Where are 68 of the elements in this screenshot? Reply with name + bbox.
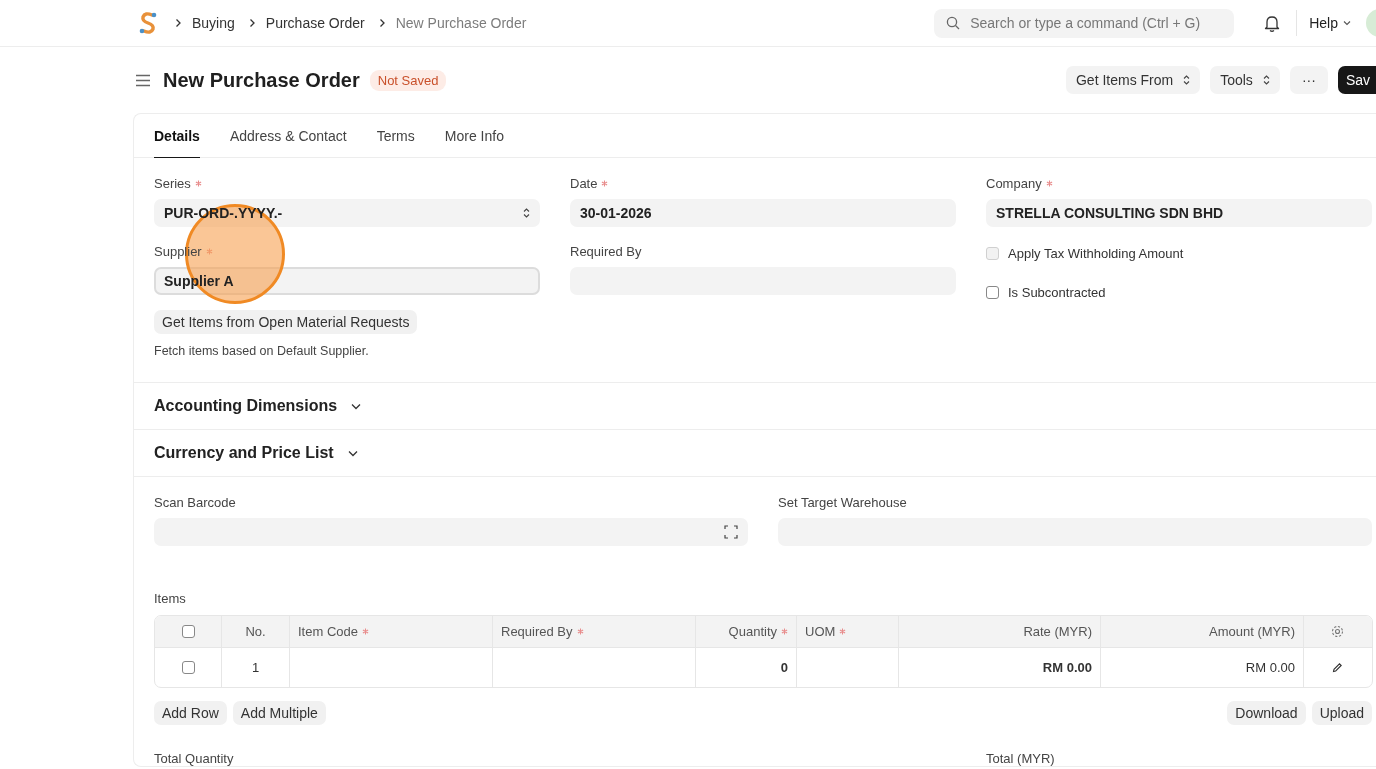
- tab[interactable]: Address & Contact: [229, 114, 347, 158]
- tab[interactable]: Details: [154, 114, 200, 158]
- get-items-button[interactable]: Get Items from Open Material Requests: [154, 310, 418, 334]
- select-all-checkbox[interactable]: [181, 625, 195, 638]
- table-cell: RM 0.00: [1245, 660, 1295, 675]
- app-logo[interactable]: [137, 10, 159, 36]
- sort-icon: [523, 208, 530, 218]
- search-field[interactable]: Search or type a command (Ctrl + G): [934, 8, 1235, 38]
- settings-icon[interactable]: [1331, 625, 1344, 638]
- chevron-icon[interactable]: [351, 402, 362, 410]
- table-action-button[interactable]: Download: [1227, 701, 1306, 725]
- menu-icon[interactable]: [136, 73, 150, 87]
- chevron-down-icon: [1343, 20, 1351, 26]
- scan-icon[interactable]: [724, 525, 738, 539]
- field-label: Series: [154, 176, 191, 191]
- sort-icon: [1262, 75, 1270, 85]
- tab[interactable]: Terms: [376, 114, 415, 158]
- table-label: Items: [154, 591, 187, 606]
- column-header: Quantity: [728, 624, 777, 639]
- checkbox-label: Is Subcontracted: [1008, 285, 1106, 300]
- column-header: UOM: [805, 624, 836, 639]
- action-button[interactable]: ···: [1289, 66, 1328, 94]
- row-checkbox[interactable]: [181, 661, 195, 674]
- chevron-right-icon: [378, 18, 386, 28]
- action-button[interactable]: Sav: [1337, 66, 1376, 94]
- checkbox-label: Apply Tax Withholding Amount: [1008, 246, 1184, 261]
- column-header: Required By: [501, 624, 573, 639]
- field-label: Set Target Warehouse: [778, 495, 908, 510]
- input-field[interactable]: 30-01-2026: [570, 199, 956, 227]
- action-button[interactable]: Tools: [1210, 66, 1280, 94]
- column-header: Item Code: [298, 624, 358, 639]
- breadcrumb-link[interactable]: New Purchase Order: [395, 15, 527, 31]
- table-cell: RM 0.00: [1042, 660, 1092, 675]
- action-button[interactable]: Get Items From: [1065, 66, 1201, 94]
- section-title[interactable]: Currency and Price List: [154, 444, 334, 462]
- field-label: Scan Barcode: [154, 495, 237, 510]
- status-badge: Not Saved: [369, 69, 447, 91]
- input-field[interactable]: [154, 518, 748, 546]
- help-menu[interactable]: Help: [1309, 15, 1351, 31]
- help-text: Fetch items based on Default Supplier.: [154, 344, 370, 358]
- chevron-icon[interactable]: [347, 449, 358, 457]
- field-label: Required By: [570, 244, 642, 259]
- chevron-right-icon: [175, 18, 182, 28]
- column-header: No.: [245, 624, 266, 639]
- breadcrumb-link[interactable]: Purchase Order: [265, 15, 365, 31]
- checkbox[interactable]: [986, 286, 999, 299]
- edit-icon[interactable]: [1332, 662, 1343, 673]
- page-title: New Purchase Order: [163, 68, 360, 92]
- field-label: Total Quantity: [154, 751, 235, 766]
- table-cell: 1: [251, 660, 260, 675]
- table-action-button[interactable]: Upload: [1311, 701, 1372, 725]
- field-label: Company: [986, 176, 1042, 191]
- chevron-right-icon: [248, 18, 256, 28]
- field-label: Date: [570, 176, 598, 191]
- table-action-button[interactable]: Add Row: [154, 701, 227, 725]
- tab[interactable]: More Info: [444, 114, 504, 158]
- input-field[interactable]: STRELLA CONSULTING SDN BHD: [986, 199, 1372, 227]
- field-label: Total (MYR): [986, 751, 1056, 766]
- search-icon: [946, 16, 961, 30]
- section-title[interactable]: Accounting Dimensions: [154, 397, 338, 415]
- input-field[interactable]: PUR-ORD-.YYYY.-: [154, 199, 540, 227]
- table-action-button[interactable]: Add Multiple: [232, 701, 326, 725]
- table-cell: 0: [780, 660, 788, 675]
- sort-icon: [1183, 75, 1191, 85]
- column-header: Rate (MYR): [1023, 624, 1092, 639]
- column-header: Amount (MYR): [1209, 624, 1295, 639]
- breadcrumb-link[interactable]: Buying: [192, 15, 235, 31]
- bell-icon[interactable]: [1264, 14, 1281, 32]
